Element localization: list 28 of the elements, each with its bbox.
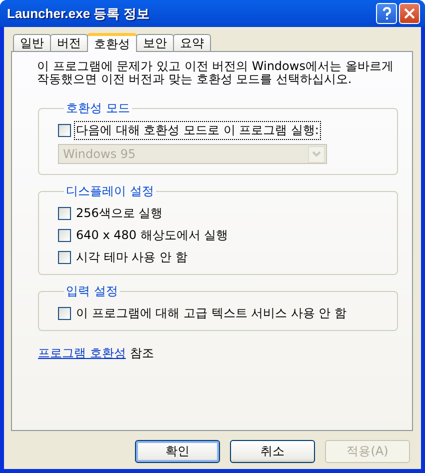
dialog-button[interactable]: 취소 xyxy=(230,440,315,463)
checkbox-label[interactable]: 640 x 480 해상도에서 실행 xyxy=(74,226,230,244)
tab[interactable]: 요약 xyxy=(173,34,211,51)
tab[interactable]: 일반 xyxy=(13,34,51,51)
checkbox[interactable] xyxy=(58,306,71,320)
help-link[interactable]: 프로그램 호환성 xyxy=(38,345,126,362)
group-title: 호환성 모드 xyxy=(65,100,131,117)
close-button[interactable] xyxy=(399,3,420,24)
checkbox-label[interactable]: 이 프로그램에 대해 고급 텍스트 서비스 사용 안 함 xyxy=(74,304,349,322)
link-suffix: 참조 xyxy=(130,345,154,362)
checkbox-label[interactable]: 시각 테마 사용 안 함 xyxy=(74,248,190,266)
checkbox[interactable] xyxy=(58,206,71,220)
group-title: 디스플레이 설정 xyxy=(65,183,155,200)
checkbox[interactable] xyxy=(58,124,71,136)
description-text: 이 프로그램에 문제가 있고 이전 버전의 Windows에서는 올바르게 작동했으면 이전 버전과 맞는 호환성 모드를 선택하십시오. xyxy=(37,60,394,86)
tab[interactable]: 보안 xyxy=(136,34,174,51)
help-button[interactable] xyxy=(376,3,397,24)
dialog-button[interactable]: 확인 xyxy=(135,440,220,463)
checkbox-label[interactable]: 256색으로 실행 xyxy=(74,204,165,222)
close-icon xyxy=(404,8,415,19)
tab[interactable]: 호환성 xyxy=(87,33,137,52)
checkbox[interactable] xyxy=(58,228,71,242)
checkbox-label[interactable]: 다음에 대해 호환성 모드로 이 프로그램 실행: xyxy=(74,120,321,140)
tab[interactable]: 버전 xyxy=(50,34,88,51)
help-icon xyxy=(382,7,392,20)
group-title: 입력 설정 xyxy=(65,283,119,300)
checkbox[interactable] xyxy=(58,250,71,264)
window-title: Launcher.exe 등록 정보 xyxy=(7,4,150,22)
